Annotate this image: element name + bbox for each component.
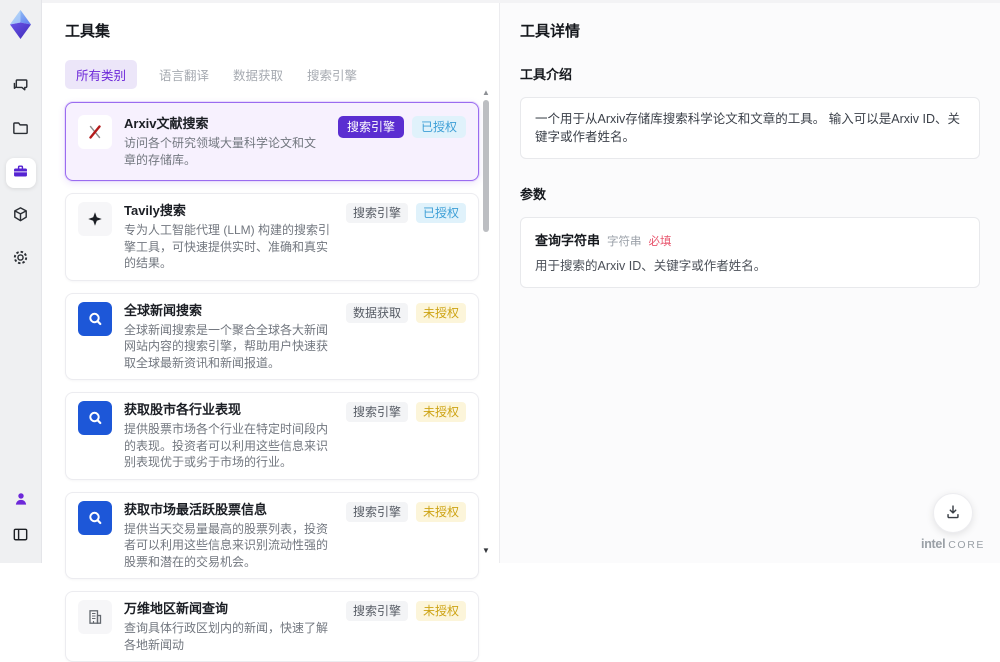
category-tab-2[interactable]: 语言翻译 [157, 60, 211, 89]
magnifier-icon [89, 312, 102, 325]
folder-icon [11, 119, 30, 141]
category-badge: 搜索引擎 [337, 116, 404, 138]
tool-badges: 搜索引擎 已授权 [345, 202, 466, 223]
tool-intro-text: 一个用于从Arxiv存储库搜索科学论文和文章的工具。 输入可以是Arxiv ID… [520, 97, 980, 159]
briefcase-icon [11, 162, 30, 184]
parameter-required-badge: 必填 [648, 236, 672, 248]
auth-status-badge: 未授权 [415, 402, 466, 422]
panel-toggle-icon [11, 525, 30, 547]
scroll-up-icon[interactable]: ▲ [482, 89, 490, 97]
auth-status-badge: 未授权 [415, 302, 466, 323]
tool-badges: 搜索引擎 未授权 [345, 401, 466, 422]
floating-actions: intel CORE [921, 493, 985, 551]
parameter-description: 用于搜索的Arxiv ID、关键字或作者姓名。 [535, 259, 767, 273]
auth-status-badge: 未授权 [415, 501, 466, 522]
building-icon [89, 610, 102, 624]
tool-title: 万维地区新闻查询 [124, 601, 229, 616]
tool-description: 查询具体行政区划内的新闻，快速了解各地新闻动 [124, 621, 329, 652]
cube-icon [11, 205, 30, 227]
gear-icon [11, 248, 30, 270]
chat-icon [11, 76, 30, 98]
tool-title: 获取股市各行业表现 [124, 402, 242, 417]
sidebar-item-panel-toggle[interactable] [6, 521, 36, 551]
tool-title: 获取市场最活跃股票信息 [124, 501, 268, 517]
parameter-box: 查询字符串 字符串 必填 用于搜索的Arxiv ID、关键字或作者姓名。 [520, 217, 980, 288]
intro-heading: 工具介绍 [520, 67, 573, 82]
category-badge: 搜索引擎 [345, 501, 408, 522]
tool-badges: 搜索引擎 已授权 [337, 115, 466, 138]
tool-description: 提供股票市场各个行业在特定时间段内的表现。投资者可以利用这些信息来识别表现优于或… [124, 422, 329, 469]
tools-panel: 工具集 所有类别 语言翻译 数据获取 搜索引擎 Arxiv文献搜索 访问各个研究… [42, 3, 500, 662]
sidebar-item-models[interactable] [6, 201, 36, 231]
list-scrollbar[interactable]: ▲ ▼ [481, 89, 491, 555]
tool-description: 全球新闻搜索是一个聚合全球各大新闻网站内容的搜索引擎，帮助用户快速获取全球最新资… [124, 322, 329, 370]
tool-description: 专为人工智能代理 (LLM) 构建的搜索引擎工具，可快速提供实时、准确和真实的结… [124, 223, 331, 270]
tool-description: 访问各个研究领域大量科学论文和文章的存储库。 [124, 136, 317, 167]
category-badge: 搜索引擎 [345, 402, 408, 422]
app-logo-icon[interactable] [7, 9, 34, 40]
tool-icon [78, 115, 112, 149]
tool-list: Arxiv文献搜索 访问各个研究领域大量科学论文和文章的存储库。 搜索引擎 已授… [65, 102, 479, 662]
sidebar-item-user[interactable] [6, 485, 36, 515]
tool-card[interactable]: Tavily搜索 专为人工智能代理 (LLM) 构建的搜索引擎工具，可快速提供实… [65, 193, 479, 281]
category-badge: 搜索引擎 [345, 601, 408, 621]
download-icon [944, 503, 962, 524]
sidebar-bottom [6, 485, 36, 551]
tool-badges: 搜索引擎 未授权 [345, 501, 466, 522]
parameter-header: 查询字符串 字符串 必填 [535, 230, 965, 249]
user-icon [12, 490, 30, 511]
category-tab-3[interactable]: 数据获取 [231, 60, 285, 89]
auth-status-badge: 未授权 [415, 601, 466, 621]
tool-badges: 数据获取 未授权 [345, 302, 466, 323]
tool-icon [78, 600, 112, 634]
auth-status-badge: 已授权 [411, 116, 466, 138]
tool-icon [78, 401, 112, 435]
magnifier-icon [89, 411, 102, 425]
tool-icon [78, 301, 112, 336]
tool-title: Tavily搜索 [124, 203, 186, 218]
parameter-type: 字符串 [607, 236, 642, 248]
magnifier-icon [89, 511, 102, 524]
tool-card[interactable]: 万维地区新闻查询 查询具体行政区划内的新闻，快速了解各地新闻动 搜索引擎 未授权 [65, 591, 479, 662]
tavily-star-icon [88, 212, 102, 226]
category-badge: 数据获取 [345, 302, 408, 323]
sidebar-item-chat[interactable] [6, 72, 36, 102]
category-badge: 搜索引擎 [345, 203, 408, 223]
category-tab-1[interactable]: 所有类别 [65, 60, 138, 89]
arxiv-icon [89, 125, 101, 139]
intel-wordmark: intel [921, 537, 946, 551]
sidebar-item-files[interactable] [6, 115, 36, 145]
download-button[interactable] [933, 493, 974, 533]
sidebar [0, 0, 42, 563]
parameter-name: 查询字符串 [535, 233, 601, 248]
tool-card[interactable]: 全球新闻搜索 全球新闻搜索是一个聚合全球各大新闻网站内容的搜索引擎，帮助用户快速… [65, 292, 479, 380]
auth-status-badge: 已授权 [415, 203, 466, 223]
tool-badges: 搜索引擎 未授权 [345, 600, 466, 621]
detail-title: 工具详情 [520, 23, 581, 40]
tool-title: 全球新闻搜索 [124, 302, 203, 318]
sidebar-item-tools[interactable] [5, 158, 36, 188]
category-tab-4[interactable]: 搜索引擎 [305, 60, 359, 89]
tool-title: Arxiv文献搜索 [124, 116, 209, 131]
app-window: 工具集 所有类别 语言翻译 数据获取 搜索引擎 Arxiv文献搜索 访问各个研究… [0, 0, 1000, 662]
main-content: 工具集 所有类别 语言翻译 数据获取 搜索引擎 Arxiv文献搜索 访问各个研究… [42, 0, 1000, 662]
tool-card[interactable]: Arxiv文献搜索 访问各个研究领域大量科学论文和文章的存储库。 搜索引擎 已授… [65, 102, 479, 181]
tool-card[interactable]: 获取股市各行业表现 提供股票市场各个行业在特定时间段内的表现。投资者可以利用这些… [65, 392, 479, 480]
tool-icon [78, 202, 112, 236]
sidebar-item-settings[interactable] [6, 244, 36, 274]
tool-icon [78, 500, 112, 535]
core-wordmark: CORE [948, 539, 985, 551]
tool-card[interactable]: 获取市场最活跃股票信息 提供当天交易量最高的股票列表，投资者可以利用这些信息来识… [65, 491, 479, 579]
tool-detail-panel: 工具详情 工具介绍 一个用于从Arxiv存储库搜索科学论文和文章的工具。 输入可… [500, 3, 1000, 563]
intel-core-logo: intel CORE [921, 538, 985, 551]
params-heading: 参数 [520, 187, 547, 202]
sidebar-nav [5, 72, 36, 274]
page-title: 工具集 [65, 23, 111, 40]
scroll-down-icon[interactable]: ▼ [482, 547, 490, 555]
scrollbar-thumb[interactable] [483, 100, 489, 232]
category-tabs: 所有类别 语言翻译 数据获取 搜索引擎 [65, 60, 499, 89]
